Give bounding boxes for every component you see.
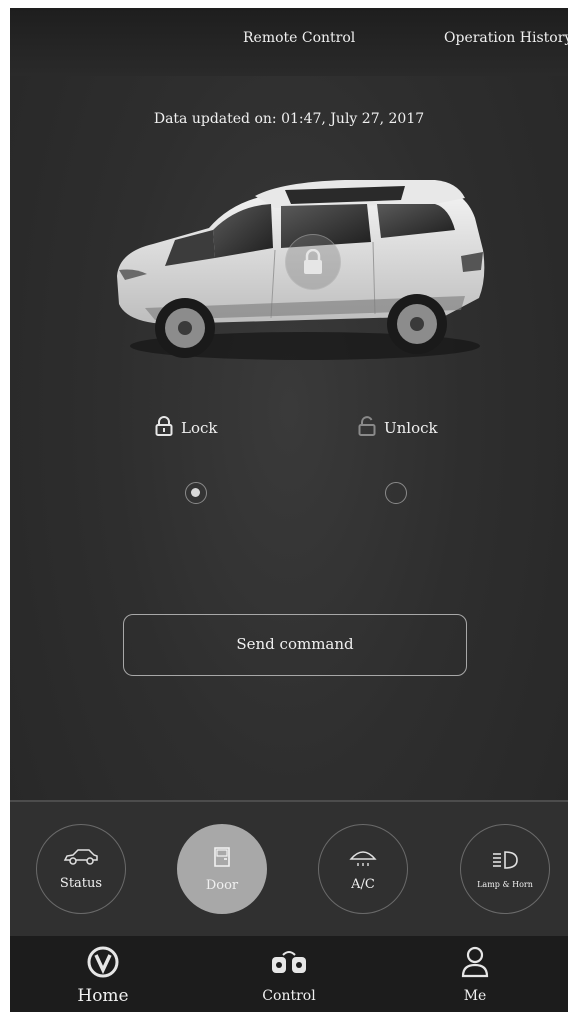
ac-tab-label: A/C [351,876,375,892]
vehicle-lock-status-icon [285,234,341,290]
brand-logo-icon [87,946,119,978]
nav-control[interactable]: Control [196,936,382,1012]
door-tab[interactable]: Door [177,824,267,914]
unlock-radio[interactable] [385,482,407,504]
function-tab-bar: Status Door A/C Lamp & Horn [10,800,568,938]
nav-control-label: Control [262,988,316,1004]
lock-label: Lock [181,419,218,437]
lamp-horn-tab-label: Lamp & Horn [477,879,533,889]
lock-icon [155,416,173,440]
nav-home[interactable]: Home [10,936,196,1012]
lock-radio[interactable] [185,482,207,504]
car-icon [63,848,99,870]
status-tab-label: Status [59,875,103,891]
status-tab[interactable]: Status [36,824,126,914]
door-icon [212,846,232,872]
tab-operation-history[interactable]: Operation History [444,30,568,46]
control-icon [269,946,309,978]
unlock-option[interactable]: Unlock [358,416,438,440]
vehicle-image [105,178,485,368]
bottom-nav: Home Control Me [10,936,568,1012]
ac-tab[interactable]: A/C [318,824,408,914]
headlamp-icon [491,850,519,874]
lamp-horn-tab[interactable]: Lamp & Horn [460,824,550,914]
person-icon [461,946,489,978]
tab-remote-control[interactable]: Remote Control [243,30,355,46]
top-bar: Remote Control Operation History [10,8,568,76]
nav-me[interactable]: Me [382,936,568,1012]
remote-control-screen: Remote Control Operation History Data up… [10,8,568,1012]
unlock-label: Unlock [384,419,438,437]
unlock-icon [358,416,376,440]
send-command-button[interactable]: Send command [123,614,467,676]
lock-option[interactable]: Lock [155,416,217,440]
data-updated-text: Data updated on: 01:47, July 27, 2017 [153,111,425,127]
door-tab-label: Door [205,877,239,893]
ac-icon [348,847,378,871]
nav-me-label: Me [463,988,487,1004]
nav-home-label: Home [77,986,129,1006]
